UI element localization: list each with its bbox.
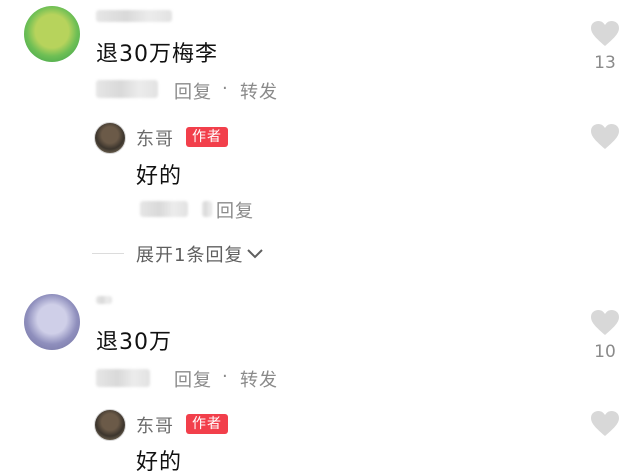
like-count: 10 [594, 342, 616, 362]
timestamp-blurred [96, 80, 158, 98]
like-button[interactable] [590, 123, 620, 150]
like-count: 13 [594, 53, 616, 73]
chevron-down-icon [247, 249, 264, 259]
reply-button[interactable]: 回复 [174, 366, 212, 392]
expand-replies-label: 展开1条回复 [136, 245, 244, 266]
reply-author-name[interactable]: 东哥 [136, 412, 174, 438]
reply-button[interactable]: 回复 [174, 78, 212, 104]
heart-icon [591, 21, 619, 46]
forward-button[interactable]: 转发 [240, 78, 278, 104]
timestamp-blurred [96, 369, 150, 387]
avatar[interactable] [94, 122, 126, 154]
comment-text: 退30万梅李 [96, 42, 218, 67]
avatar[interactable] [24, 294, 80, 350]
like-button[interactable] [590, 309, 620, 336]
heart-icon [591, 411, 619, 436]
author-badge: 作者 [186, 414, 228, 434]
like-button[interactable] [590, 410, 620, 437]
avatar[interactable] [24, 6, 80, 62]
reply-text: 好的 [136, 450, 183, 475]
heart-icon [591, 310, 619, 335]
username-blurred[interactable] [96, 296, 112, 304]
location-blurred [202, 201, 212, 217]
heart-icon [591, 124, 619, 149]
expand-divider [92, 253, 124, 254]
comment-text: 退30万 [96, 330, 172, 355]
expand-replies-button[interactable]: 展开1条回复 [136, 241, 264, 267]
username-blurred[interactable] [96, 10, 172, 22]
separator-dot: · [222, 78, 229, 99]
reply-text: 好的 [136, 164, 183, 189]
avatar[interactable] [94, 409, 126, 441]
separator-dot: · [222, 366, 229, 387]
timestamp-blurred [140, 201, 188, 217]
reply-button[interactable]: 回复 [216, 197, 254, 223]
author-badge: 作者 [186, 127, 228, 147]
like-button[interactable] [590, 20, 620, 47]
forward-button[interactable]: 转发 [240, 366, 278, 392]
reply-author-name[interactable]: 东哥 [136, 125, 174, 151]
